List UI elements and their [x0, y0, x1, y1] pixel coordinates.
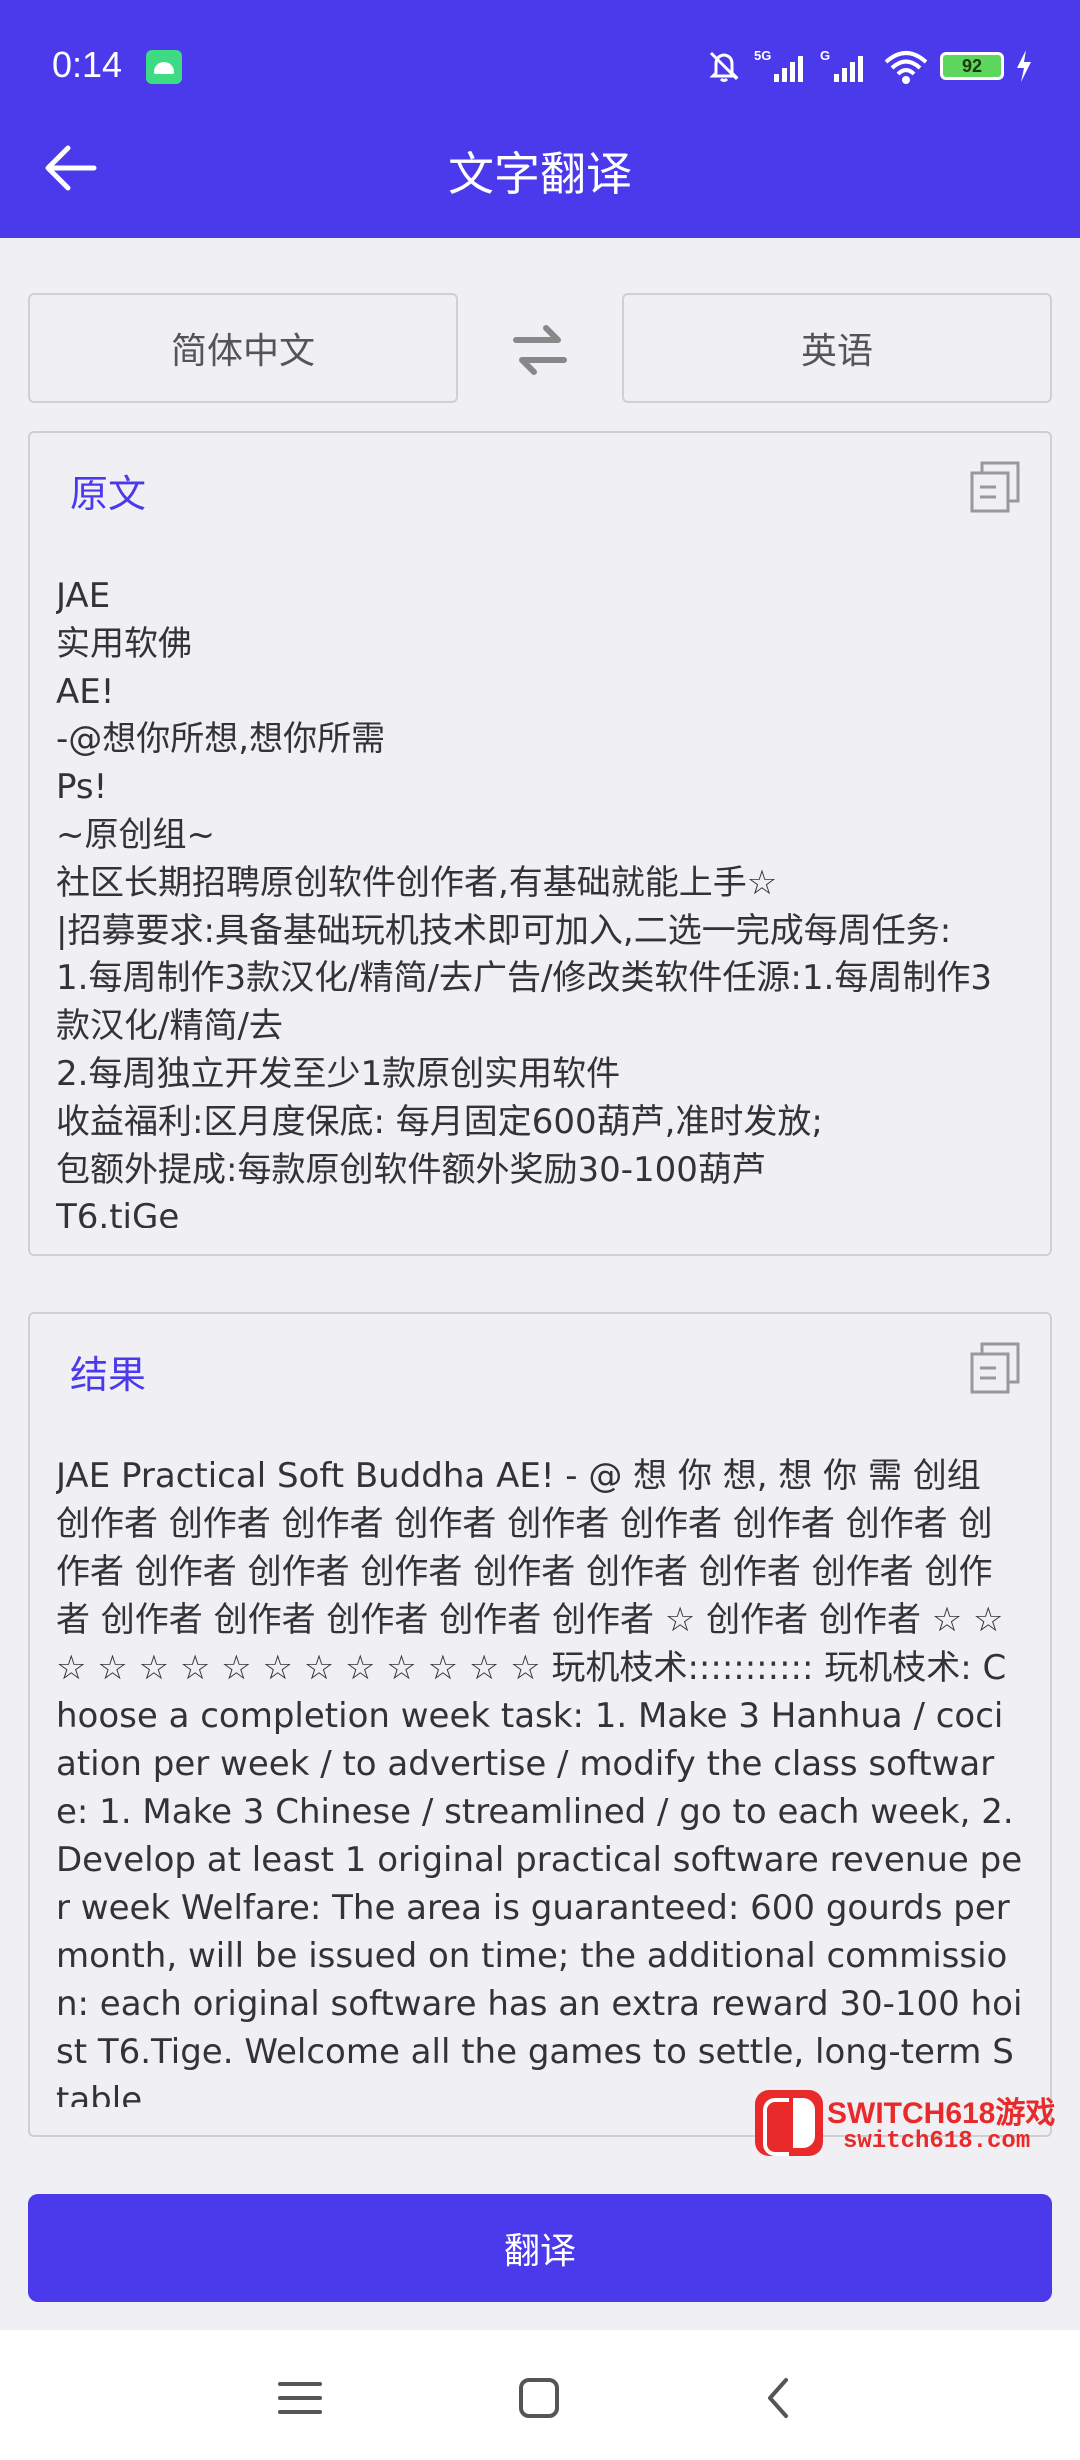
copy-icon[interactable] [968, 459, 1024, 515]
system-nav-bar [0, 2330, 1080, 2460]
watermark: SWITCH618游戏 switch618.com [755, 2084, 1065, 2164]
watermark-title: SWITCH618游戏 [827, 2097, 1056, 2130]
source-language-selector[interactable]: 简体中文 [28, 293, 458, 403]
copy-icon[interactable] [968, 1340, 1024, 1396]
charging-icon [1017, 50, 1031, 82]
back-icon[interactable] [752, 2370, 808, 2426]
battery-indicator: 92 [940, 52, 1004, 80]
target-language-selector[interactable]: 英语 [622, 293, 1052, 403]
mute-icon [709, 51, 739, 82]
swap-arrows-icon[interactable] [508, 318, 572, 382]
home-icon[interactable] [511, 2370, 567, 2426]
status-icons: 5G G 92 [704, 44, 1034, 88]
status-time: 0:14 [52, 44, 123, 85]
result-panel-title: 结果 [70, 1353, 147, 1397]
watermark-url: switch618.com [843, 2128, 1031, 2155]
signal-g-icon: G [820, 48, 863, 82]
signal-5g-icon: 5G [754, 48, 803, 82]
wifi-icon [884, 51, 928, 84]
svg-text:5G: 5G [754, 48, 771, 63]
source-text-area[interactable]: JAE 实用软佛 AE! -@想你所想,想你所需 Ps! ~原创组~ 社区长期招… [56, 573, 1020, 1228]
page-title: 文字翻译 [448, 147, 632, 201]
result-panel: 结果 JAE Practical Soft Buddha AE! - @ 想 你… [28, 1312, 1052, 2137]
switch-logo-icon [755, 2090, 823, 2156]
app-header: 0:14 5G G 92 文字翻译 [0, 0, 1080, 238]
source-panel: 原文 JAE 实用软佛 AE! -@想你所想,想你所需 Ps! ~原创组~ 社区… [28, 431, 1052, 1256]
result-text-area[interactable]: JAE Practical Soft Buddha AE! - @ 想 你 想,… [56, 1452, 1024, 2107]
menu-icon[interactable] [272, 2370, 328, 2426]
android-icon [146, 50, 182, 84]
status-bar: 0:14 5G G 92 [0, 0, 1080, 136]
translate-button[interactable]: 翻译 [28, 2194, 1052, 2302]
svg-text:G: G [820, 48, 830, 63]
source-panel-title: 原文 [70, 472, 147, 516]
